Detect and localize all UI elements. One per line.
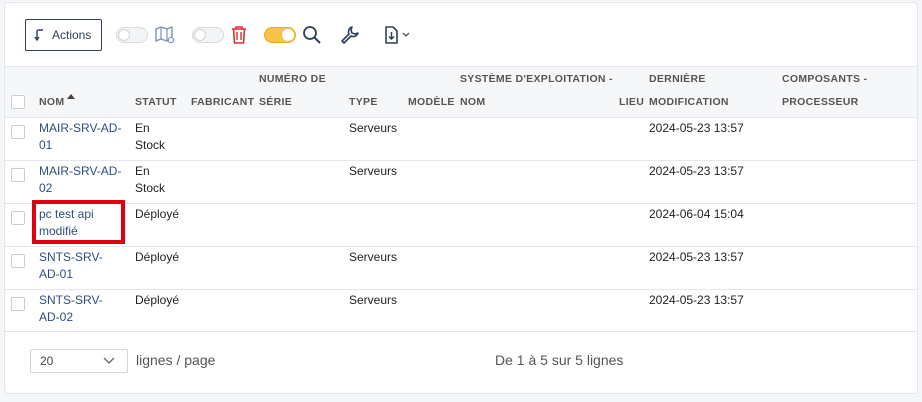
item-modified: 2024-05-23 13:57	[649, 164, 744, 178]
table-row: SNTS-SRV- AD-01 Déployé Serveurs 2024-05-…	[5, 247, 917, 290]
item-name-link[interactable]: MAIR-SRV-AD- 01	[39, 120, 121, 154]
map-icon	[154, 25, 176, 45]
col-numero-line2[interactable]: série	[259, 91, 292, 114]
select-all-checkbox[interactable]	[11, 95, 25, 109]
col-comp-line1[interactable]: Composants -	[782, 68, 867, 91]
map-toggle[interactable]	[116, 27, 149, 43]
col-statut[interactable]: Statut	[135, 91, 177, 114]
col-fabricant[interactable]: Fabricant	[191, 91, 254, 114]
table-row: pc test api modifié Déployé 2024-06-04 15…	[5, 204, 917, 247]
col-type[interactable]: Type	[349, 91, 378, 114]
item-name-link[interactable]: MAIR-SRV-AD- 02	[39, 163, 121, 197]
page-size-label: lignes / page	[136, 352, 216, 368]
item-name-link[interactable]: SNTS-SRV- AD-02	[39, 292, 103, 326]
item-status: Déployé	[135, 207, 180, 221]
col-modele[interactable]: Modèle	[408, 91, 455, 114]
toolbar: Actions	[25, 19, 410, 51]
trash-toggle[interactable]	[192, 27, 225, 43]
page-size-value: 20	[40, 354, 54, 368]
item-status: En Stock	[135, 121, 166, 152]
row-checkbox[interactable]	[11, 297, 25, 311]
item-modified: 2024-05-23 13:57	[649, 293, 744, 307]
col-modif-line1[interactable]: Dernière	[649, 68, 706, 91]
item-modified: 2024-05-23 13:57	[649, 121, 744, 135]
pagination-summary: De 1 à 5 sur 5 lignes	[495, 352, 624, 368]
table-row: SNTS-SRV- AD-02 Déployé Serveurs 2024-05-…	[5, 290, 917, 332]
col-numero-line1[interactable]: Numéro de	[259, 68, 326, 91]
trash-icon[interactable]	[230, 25, 248, 45]
item-modified: 2024-05-23 13:57	[649, 250, 744, 264]
col-modif-line2[interactable]: modification	[649, 91, 729, 114]
col-nom[interactable]: Nom	[39, 91, 64, 114]
item-status: En Stock	[135, 164, 166, 195]
item-status: Déployé	[135, 250, 180, 264]
item-name-link[interactable]: SNTS-SRV- AD-01	[39, 249, 103, 283]
row-checkbox[interactable]	[11, 125, 25, 139]
export-icon[interactable]	[382, 25, 400, 45]
item-modified: 2024-06-04 15:04	[649, 207, 744, 221]
item-type: Serveurs	[349, 250, 398, 264]
col-comp-line2[interactable]: Processeur	[782, 91, 859, 114]
item-type: Serveurs	[349, 293, 398, 307]
row-checkbox[interactable]	[11, 168, 25, 182]
item-name-link[interactable]: pc test api modifié	[39, 206, 94, 240]
pagination-footer: 20 lignes / page De 1 à 5 sur 5 lignes	[5, 331, 917, 395]
chevron-down-icon	[103, 357, 115, 364]
chevron-down-icon[interactable]	[402, 32, 410, 38]
search-icon[interactable]	[302, 25, 322, 45]
search-toggle[interactable]	[264, 27, 297, 43]
wrench-icon[interactable]	[340, 25, 360, 45]
row-checkbox[interactable]	[11, 254, 25, 268]
sort-asc-icon	[67, 94, 75, 99]
actions-label: Actions	[52, 28, 92, 42]
page-size-select[interactable]: 20	[30, 349, 128, 373]
actions-button[interactable]: Actions	[25, 19, 103, 51]
table-row: MAIR-SRV-AD- 02 En Stock Serveurs 2024-05-…	[5, 161, 917, 204]
undo-arrow-icon	[34, 29, 43, 42]
col-os-line2[interactable]: Nom	[460, 91, 485, 114]
search-results-card: Actions NOM STATUT FABRICANT NUMÉRO DE S…	[4, 2, 918, 394]
item-type: Serveurs	[349, 121, 398, 135]
table-header: Nom Statut Fabricant Numéro de série Typ…	[5, 66, 917, 118]
table-row: MAIR-SRV-AD- 01 En Stock Serveurs 2024-05-…	[5, 118, 917, 161]
col-lieu[interactable]: Lieu	[619, 91, 644, 114]
item-type: Serveurs	[349, 164, 398, 178]
item-status: Déployé	[135, 293, 180, 307]
col-os-line1[interactable]: Système d'exploitation -	[460, 68, 613, 91]
row-checkbox[interactable]	[11, 211, 25, 225]
